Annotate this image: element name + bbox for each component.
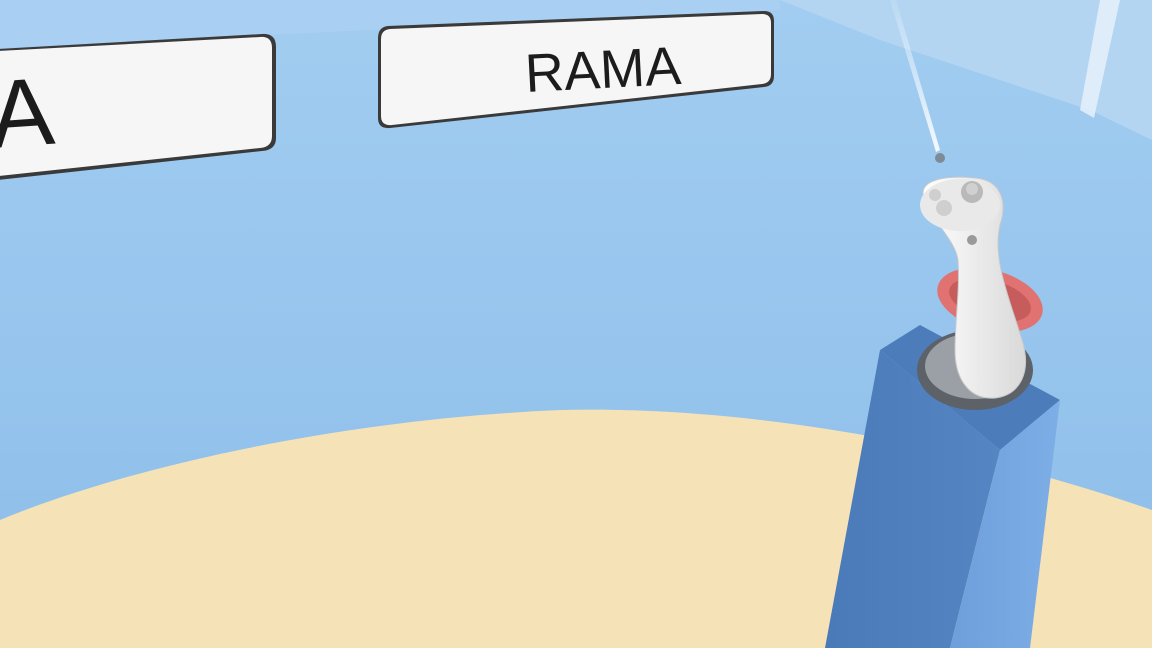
pointer-tip: [935, 153, 945, 163]
vr-scene: A RAMA: [0, 0, 1152, 648]
sign-rama-label: RAMA: [523, 36, 682, 104]
button-b-icon[interactable]: [929, 189, 941, 201]
controller-face: [920, 179, 1000, 231]
sign-a-label: A: [0, 58, 57, 169]
vr-world: A RAMA: [0, 0, 1152, 648]
menu-button-icon[interactable]: [967, 235, 977, 245]
button-a-icon[interactable]: [936, 200, 952, 216]
